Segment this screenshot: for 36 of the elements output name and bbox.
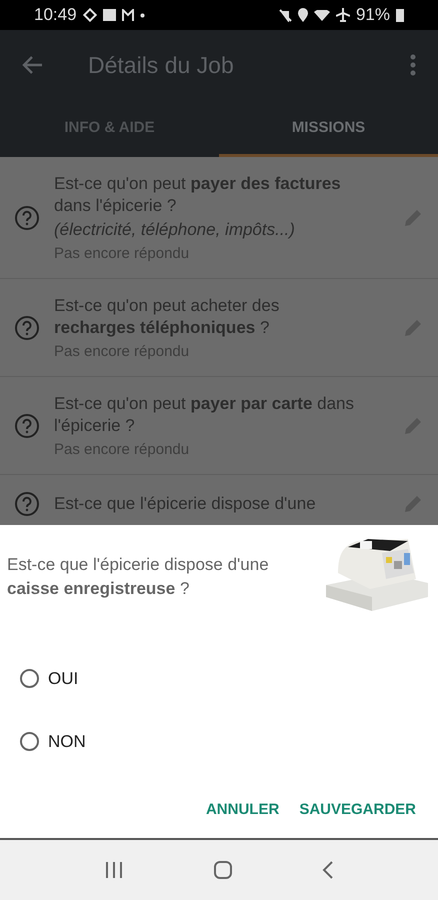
mail-icon (122, 9, 134, 21)
dialog-button[interactable]: SAUVEGARDER (293, 793, 422, 826)
help-icon (14, 204, 40, 230)
dot-icon (140, 12, 145, 18)
location-icon (298, 8, 308, 22)
dialog-question: Est-ce que l'épicerie dispose d'une caisse enregistreuse ? (7, 554, 270, 600)
tab[interactable]: MISSIONS (219, 100, 438, 157)
mute-icon (278, 8, 292, 22)
battery-icon (396, 8, 404, 22)
airplane-icon (336, 8, 350, 22)
radio-option[interactable]: NON (0, 710, 438, 773)
radio-button[interactable] (20, 669, 39, 688)
option-label: NON (48, 732, 86, 752)
help-icon (14, 491, 40, 517)
radio-button[interactable] (20, 732, 39, 751)
back-icon[interactable] (322, 860, 334, 880)
home-icon[interactable] (212, 860, 233, 880)
help-icon (14, 412, 40, 438)
screen-title: Détails du Job (88, 52, 235, 78)
mission-question: Est-ce qu'on peut acheter des recharges téléphoniques ? (54, 295, 280, 339)
wifi-icon (314, 10, 330, 20)
mission-question: Est-ce qu'on peut payer par carte dans l'épicerie ? (54, 393, 354, 437)
mission-question: Est-ce qu'on peut payer des factures dans l'épicerie ? (54, 173, 342, 217)
option-label: OUI (48, 668, 78, 688)
recent-apps-icon[interactable] (104, 861, 124, 879)
clock: 10:49 (34, 5, 77, 25)
more-menu-icon[interactable] (410, 54, 416, 76)
image-icon (102, 9, 116, 21)
dialog-button[interactable]: ANNULER (200, 793, 286, 826)
mission-question: Est-ce que l'épicerie dispose d'une (54, 493, 317, 515)
help-icon (14, 314, 40, 340)
battery-level: 91% (356, 5, 390, 25)
radio-option[interactable]: OUI (0, 647, 438, 710)
back-arrow-icon[interactable] (22, 55, 44, 75)
mission-note: (électricité, téléphone, impôts...) (54, 219, 296, 241)
diamond-icon (82, 8, 97, 22)
